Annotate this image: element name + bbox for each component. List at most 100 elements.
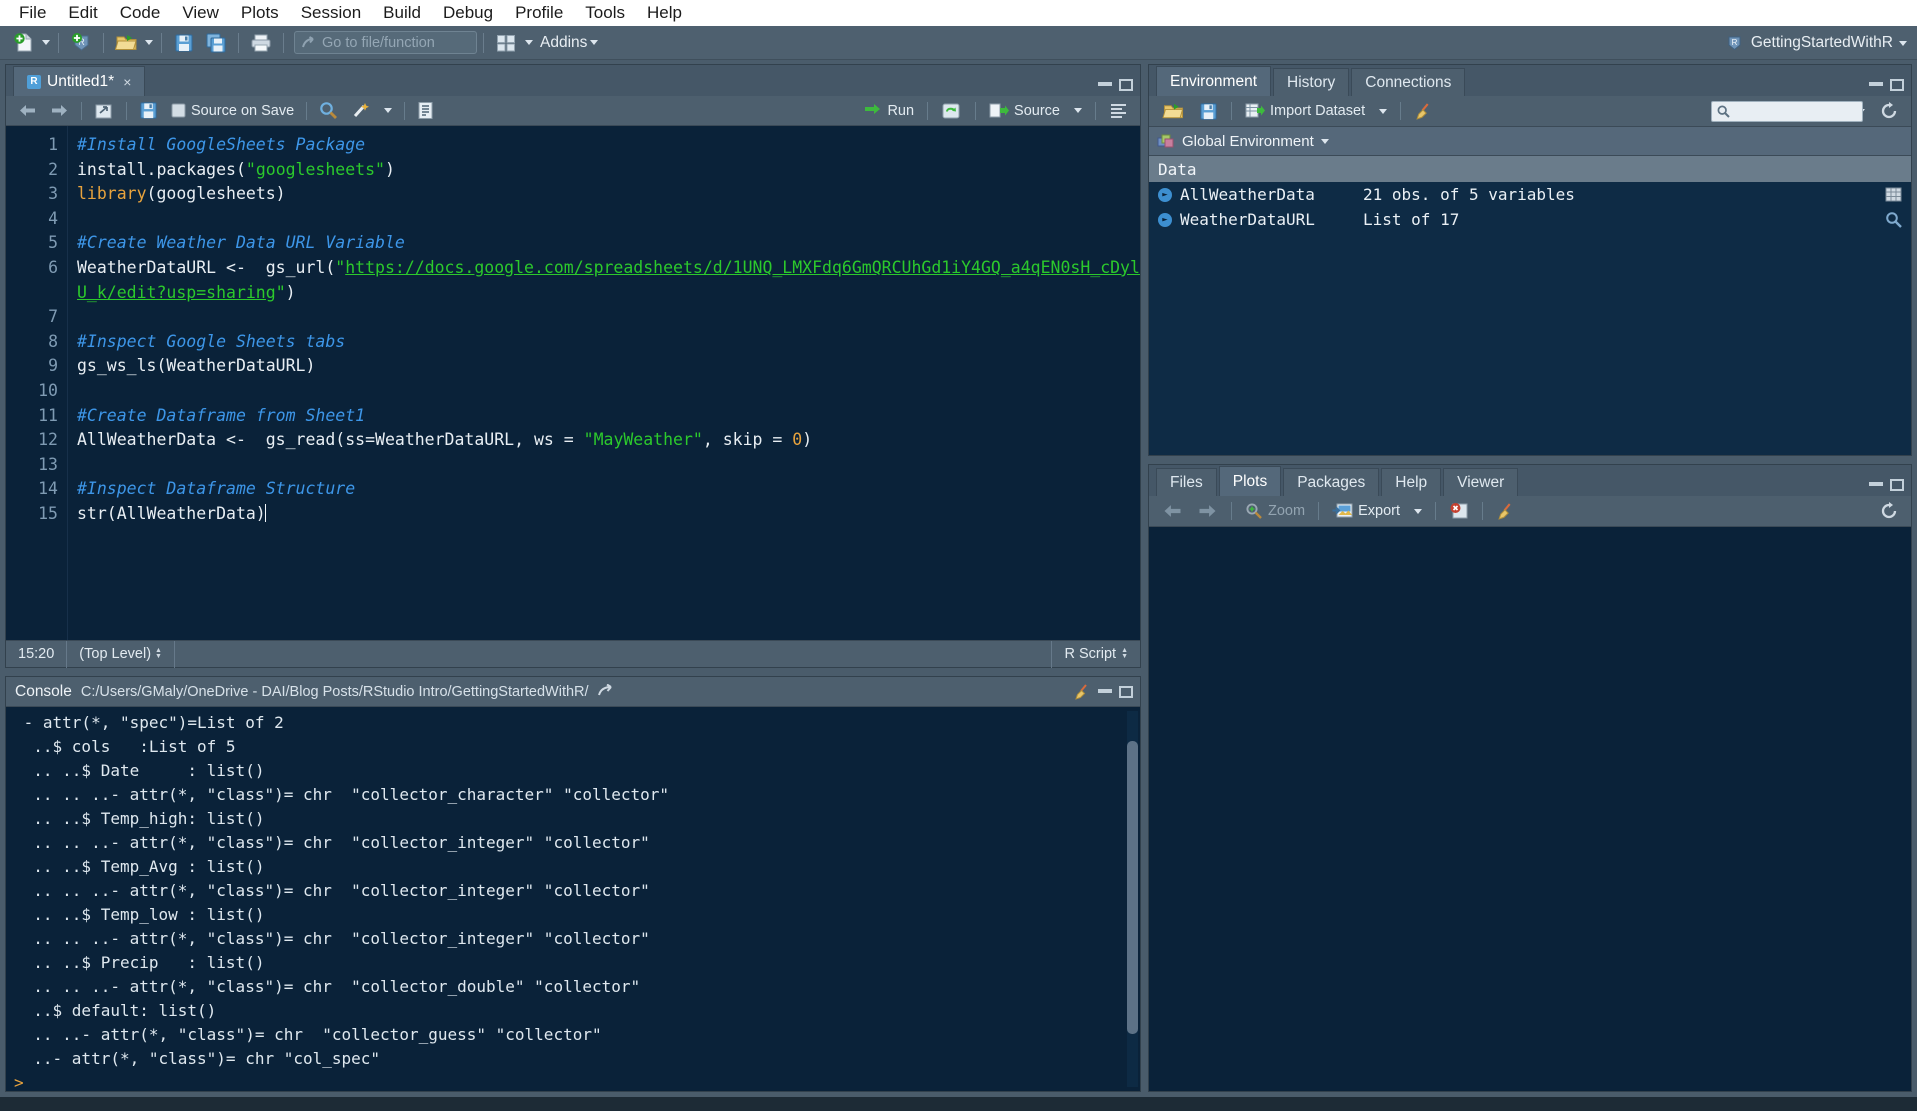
clear-plots-icon[interactable] bbox=[1490, 499, 1521, 523]
environment-variable-row[interactable]: ► WeatherDataURL List of 17 bbox=[1149, 207, 1911, 232]
tab-packages[interactable]: Packages bbox=[1283, 468, 1380, 496]
back-arrow-icon[interactable] bbox=[12, 99, 43, 123]
zoom-plot-button[interactable]: Zoom bbox=[1239, 499, 1311, 523]
run-button[interactable]: Run bbox=[857, 99, 920, 123]
source-on-save-checkbox[interactable]: Source on Save bbox=[165, 99, 300, 123]
tab-environment[interactable]: Environment bbox=[1156, 66, 1272, 96]
menu-tools[interactable]: Tools bbox=[574, 0, 636, 26]
forward-arrow-icon[interactable] bbox=[44, 99, 75, 123]
workspace-panes-caret-icon[interactable] bbox=[522, 30, 535, 56]
new-file-caret-icon[interactable] bbox=[39, 30, 52, 56]
code-line[interactable] bbox=[77, 207, 1140, 232]
environment-variable-row[interactable]: ► AllWeatherData 21 obs. of 5 variables bbox=[1149, 182, 1911, 207]
broom-icon[interactable] bbox=[1073, 683, 1091, 701]
addins-caret-icon[interactable] bbox=[587, 30, 600, 56]
menu-plots[interactable]: Plots bbox=[230, 0, 290, 26]
find-icon[interactable] bbox=[313, 99, 344, 123]
plots-back-arrow-icon[interactable] bbox=[1156, 499, 1189, 523]
console-scrollbar[interactable] bbox=[1127, 711, 1138, 1087]
import-dataset-caret-icon[interactable] bbox=[1373, 99, 1393, 123]
code-line[interactable]: #Install GoogleSheets Package bbox=[77, 133, 1140, 158]
menu-help[interactable]: Help bbox=[636, 0, 693, 26]
menu-edit[interactable]: Edit bbox=[57, 0, 108, 26]
code-content[interactable]: #Install GoogleSheets Package install.pac… bbox=[68, 126, 1140, 640]
console-working-directory[interactable]: C:/Users/GMaly/OneDrive - DAI/Blog Posts… bbox=[81, 684, 589, 700]
remove-plot-icon[interactable] bbox=[1443, 499, 1475, 523]
close-icon[interactable]: × bbox=[123, 74, 131, 90]
menu-debug[interactable]: Debug bbox=[432, 0, 504, 26]
environment-scope-selector[interactable]: Global Environment bbox=[1149, 127, 1911, 156]
import-dataset-button[interactable]: Import Dataset bbox=[1239, 99, 1371, 123]
console-scrollbar-thumb[interactable] bbox=[1127, 741, 1138, 1035]
show-in-new-window-icon[interactable] bbox=[88, 99, 120, 123]
minimize-icon[interactable] bbox=[1098, 82, 1112, 86]
code-line[interactable]: #Inspect Google Sheets tabs bbox=[77, 330, 1140, 355]
workspace-panes-icon[interactable] bbox=[491, 30, 521, 56]
code-line[interactable]: #Create Weather Data URL Variable bbox=[77, 231, 1140, 256]
new-file-icon[interactable] bbox=[8, 30, 38, 56]
code-line[interactable]: install.packages("googlesheets") bbox=[77, 158, 1140, 183]
refresh-icon[interactable] bbox=[1873, 99, 1905, 123]
menu-file[interactable]: File bbox=[8, 0, 57, 26]
plots-refresh-icon[interactable] bbox=[1873, 499, 1905, 523]
minimize-icon[interactable] bbox=[1098, 689, 1112, 693]
project-caret-icon[interactable] bbox=[1899, 40, 1907, 46]
tab-plots[interactable]: Plots bbox=[1218, 466, 1282, 496]
source-tab-untitled1[interactable]: R Untitled1* × bbox=[13, 66, 146, 96]
code-line[interactable]: gs_ws_ls(WeatherDataURL) bbox=[77, 354, 1140, 379]
plots-forward-arrow-icon[interactable] bbox=[1191, 499, 1224, 523]
source-caret-icon[interactable] bbox=[1068, 99, 1088, 123]
save-icon[interactable] bbox=[169, 30, 199, 56]
menu-session[interactable]: Session bbox=[290, 0, 372, 26]
console-prompt-line[interactable]: > bbox=[14, 1071, 1140, 1091]
menu-view[interactable]: View bbox=[171, 0, 230, 26]
code-scope-selector[interactable]: (Top Level) ▲ ▼ bbox=[67, 640, 175, 668]
export-caret-icon[interactable] bbox=[1408, 499, 1428, 523]
grid-view-icon[interactable] bbox=[1885, 187, 1902, 202]
search-icon[interactable] bbox=[1885, 211, 1902, 228]
print-icon[interactable] bbox=[246, 30, 276, 56]
minimize-icon[interactable] bbox=[1869, 482, 1883, 486]
code-line[interactable]: AllWeatherData <- gs_read(ss=WeatherData… bbox=[77, 428, 1140, 453]
source-button[interactable]: Source bbox=[983, 99, 1066, 123]
code-line[interactable] bbox=[77, 453, 1140, 478]
open-folder-caret-icon[interactable] bbox=[142, 30, 155, 56]
load-workspace-icon[interactable] bbox=[1156, 99, 1191, 123]
goto-file-function-input[interactable]: Go to file/function bbox=[294, 31, 477, 54]
popout-icon[interactable] bbox=[597, 684, 615, 699]
expand-icon[interactable]: ► bbox=[1158, 187, 1172, 202]
compile-report-icon[interactable] bbox=[411, 99, 440, 123]
menu-build[interactable]: Build bbox=[372, 0, 432, 26]
code-line[interactable]: str(AllWeatherData) bbox=[77, 502, 1140, 527]
code-editor[interactable]: 123456 7 8 9 10 11 12 13 14 15 #Install GoogleSh… bbox=[6, 126, 1140, 640]
expand-icon[interactable]: ► bbox=[1158, 212, 1172, 227]
file-type-selector[interactable]: R Script ▲ ▼ bbox=[1051, 640, 1140, 668]
addins-button[interactable]: Addins bbox=[540, 34, 587, 52]
code-line[interactable]: #Create Dataframe from Sheet1 bbox=[77, 404, 1140, 429]
plots-display-area[interactable] bbox=[1149, 527, 1911, 1091]
maximize-icon[interactable] bbox=[1119, 79, 1133, 91]
code-line[interactable]: WeatherDataURL <- gs_url("https://docs.g… bbox=[77, 256, 1140, 305]
environment-search-input[interactable] bbox=[1711, 100, 1863, 122]
maximize-icon[interactable] bbox=[1119, 686, 1133, 698]
code-line[interactable] bbox=[77, 379, 1140, 404]
maximize-icon[interactable] bbox=[1890, 479, 1904, 491]
console-output[interactable]: - attr(*, "spec")=List of 2 ..$ cols :Li… bbox=[6, 707, 1140, 1091]
maximize-icon[interactable] bbox=[1890, 79, 1904, 91]
menu-code[interactable]: Code bbox=[109, 0, 172, 26]
open-folder-icon[interactable] bbox=[111, 30, 141, 56]
save-icon[interactable] bbox=[133, 99, 164, 123]
tab-connections[interactable]: Connections bbox=[1351, 68, 1466, 96]
environment-scope-caret-icon[interactable] bbox=[1320, 138, 1329, 144]
tab-history[interactable]: History bbox=[1273, 68, 1350, 96]
minimize-icon[interactable] bbox=[1869, 82, 1883, 86]
code-tools-caret-icon[interactable] bbox=[378, 99, 398, 123]
code-line[interactable]: library(googlesheets) bbox=[77, 182, 1140, 207]
save-all-icon[interactable] bbox=[201, 30, 231, 56]
clear-environment-icon[interactable] bbox=[1408, 99, 1439, 123]
code-line[interactable] bbox=[77, 305, 1140, 330]
tab-files[interactable]: Files bbox=[1156, 468, 1217, 496]
tab-viewer[interactable]: Viewer bbox=[1443, 468, 1519, 496]
export-plot-button[interactable]: Export bbox=[1326, 499, 1406, 523]
code-line[interactable]: #Inspect Dataframe Structure bbox=[77, 477, 1140, 502]
